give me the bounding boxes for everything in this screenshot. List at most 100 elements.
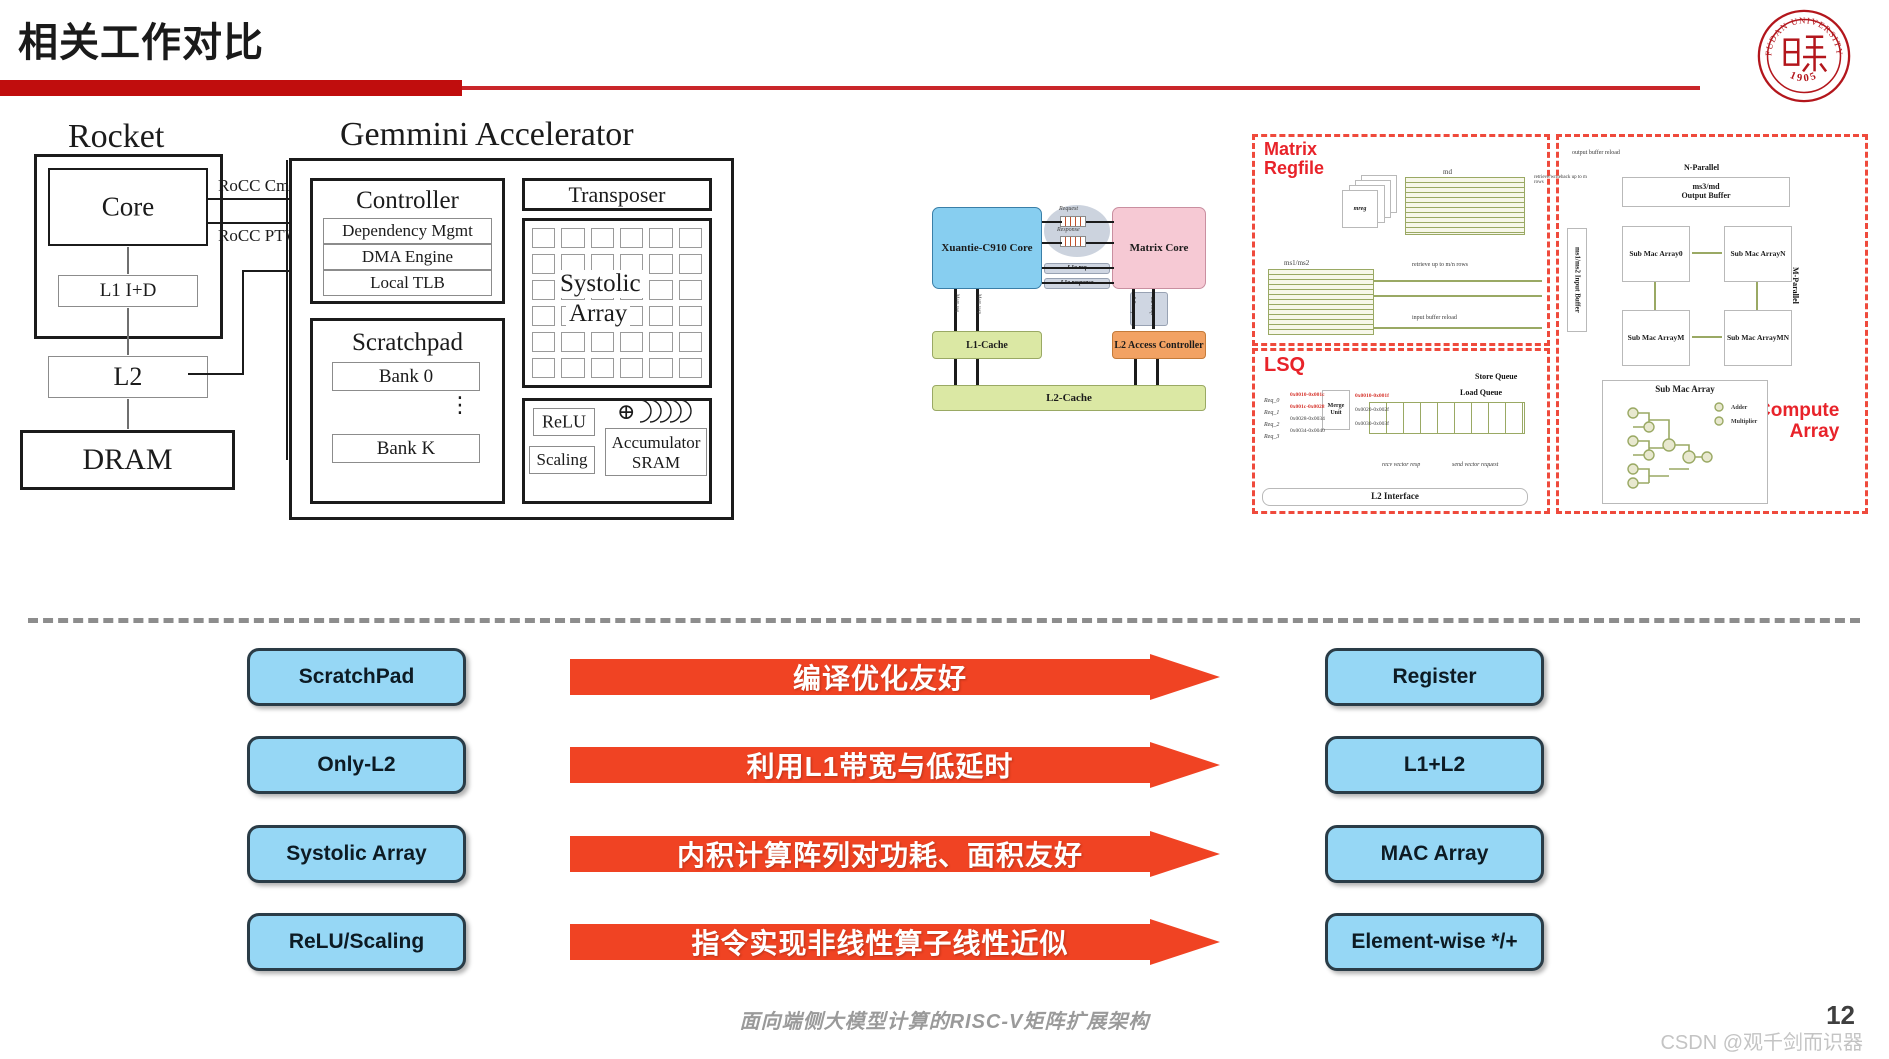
controller-title: Controller xyxy=(356,187,459,214)
l1-req-line xyxy=(1042,267,1114,269)
addr-range-2: 0x0028-0x0034 xyxy=(1290,416,1325,422)
l2-cache-label: L2-Cache xyxy=(1046,391,1092,404)
md-table xyxy=(1405,177,1525,235)
sub-mac-array-label: Sub Mac ArrayM xyxy=(1627,332,1685,342)
l2-access-controller-label: L2 Access Controller xyxy=(1114,339,1204,351)
adder-legend-label: Adder xyxy=(1731,405,1748,411)
send-vector-note: send vector request xyxy=(1452,462,1499,468)
systolic-cell xyxy=(649,228,673,248)
addr-range-1: 0x001c-0x0028 xyxy=(1290,404,1325,410)
l2-interface-label: L2 Interface xyxy=(1371,491,1419,502)
ctrl-l2-wire-a xyxy=(1134,359,1137,387)
systolic-cell xyxy=(532,254,556,274)
lsq-title: LSQ xyxy=(1264,354,1306,376)
sub-array-link-b xyxy=(1692,336,1722,338)
input-reload-line xyxy=(1374,327,1542,329)
compute-array-title-line1: Compute xyxy=(1757,400,1840,421)
l1-cache-box: L1-Cache xyxy=(932,331,1042,359)
core-to-request-line xyxy=(1042,221,1062,223)
rocket-l2-label: L2 xyxy=(113,362,143,391)
controller-item-label: Dependency Mgmt xyxy=(342,221,473,240)
left-item-systolic-array: Systolic Array xyxy=(247,825,466,883)
matrix-core-label: Matrix Core xyxy=(1129,241,1189,254)
svg-text:1905: 1905 xyxy=(1788,70,1819,84)
systolic-cell xyxy=(620,228,644,248)
systolic-array-label-line1: Systolic xyxy=(557,270,644,298)
scratchpad-bank-last: Bank K xyxy=(332,434,480,463)
sub-mac-array-detail-title: Sub Mac Array xyxy=(1655,384,1715,394)
systolic-cell xyxy=(678,358,702,378)
comparison-arrow-label: 内积计算阵列对功耗、面积友好 xyxy=(676,840,1083,871)
fudan-university-logo-icon: FUDAN UNIVERSITY 1905 xyxy=(1756,8,1852,104)
merged-range-0: 0x0010-0x001f xyxy=(1355,393,1389,399)
merge-unit-label: Merge Unit xyxy=(1327,402,1345,416)
left-item-label: ScratchPad xyxy=(298,665,415,688)
req-3-label: Req_3 xyxy=(1264,434,1280,440)
accumulator-stack-icon xyxy=(639,399,692,423)
systolic-cell xyxy=(532,332,556,352)
req-2-label: Req_2 xyxy=(1264,422,1280,428)
output-buffer-line2: Output Buffer xyxy=(1681,191,1731,200)
right-item-label: Element-wise */+ xyxy=(1351,930,1518,953)
load-queue-entries xyxy=(1369,402,1525,434)
merge-unit-box: Merge Unit xyxy=(1322,390,1350,430)
retrieve-note: retrieve up to m/n rows xyxy=(1412,262,1468,268)
title-accent-bar-thin xyxy=(462,86,1700,90)
systolic-cell xyxy=(678,332,702,352)
matrix-core-box: Matrix Core xyxy=(1112,207,1206,289)
scratchpad-bank-label: Bank K xyxy=(376,437,436,459)
systolic-cell xyxy=(561,228,585,248)
sub-array-link-a xyxy=(1692,252,1722,254)
systolic-cell xyxy=(561,358,585,378)
systolic-cell xyxy=(649,280,673,300)
conn-gemmini-spine xyxy=(286,160,288,460)
footer-note: 面向端侧大模型计算的RISC-V矩阵扩展架构 xyxy=(739,1011,1150,1033)
sub-mac-array-label: Sub Mac Array0 xyxy=(1629,248,1683,258)
matrix-regfile-title-line1: Matrix xyxy=(1264,139,1318,159)
rocket-l2-box: L2 xyxy=(48,356,208,398)
conn-l1-l2 xyxy=(127,308,129,355)
l2-req-wire xyxy=(1132,289,1135,329)
matrix-to-response-line xyxy=(1086,242,1114,244)
scratchpad-bank-label: Bank 0 xyxy=(378,365,434,387)
mem-resp-label: Mem resp xyxy=(976,294,981,315)
mem-req-label: Mem req xyxy=(954,294,959,313)
req-0-label: Req_0 xyxy=(1264,398,1280,404)
output-buffer-box: ms3/md Output Buffer xyxy=(1622,177,1790,207)
sub-mac-array-m: Sub Mac ArrayM xyxy=(1622,310,1690,366)
accumulator-sram-box: Accumulator SRAM xyxy=(605,428,707,476)
systolic-cell xyxy=(678,254,702,274)
request-label: Request xyxy=(1059,206,1078,212)
systolic-cell xyxy=(532,306,556,326)
comparison-arrow-2: 利用L1带宽与低延时 xyxy=(570,742,1220,788)
l2-access-controller-box: L2 Access Controller xyxy=(1112,331,1206,359)
compute-array-title-line2: Array xyxy=(1789,421,1840,442)
scratchpad-title: Scratchpad xyxy=(351,329,464,356)
accumulator-label: Accumulator xyxy=(611,433,701,452)
systolic-cell xyxy=(620,332,644,352)
gemmini-title: Gemmini Accelerator xyxy=(340,116,634,153)
sub-mac-array-n: Sub Mac ArrayN xyxy=(1724,226,1792,282)
xuantie-c910-core-box: Xuantie-C910 Core xyxy=(932,207,1042,289)
l2-interface-box: L2 Interface xyxy=(1262,488,1528,506)
comparison-table: ScratchPad 编译优化友好 Register Only-L2 利用L1带… xyxy=(0,632,1889,992)
controller-item-dma-engine: DMA Engine xyxy=(323,244,492,270)
store-queue-label: Store Queue xyxy=(1475,372,1518,381)
controller-item-local-tlb: Local TLB xyxy=(323,270,492,296)
left-item-label: Systolic Array xyxy=(286,842,427,865)
rocket-l1-label: L1 I+D xyxy=(99,280,157,301)
l1-l2-wire-b xyxy=(976,359,979,387)
conn-core-l1 xyxy=(127,247,129,274)
sub-array-link-c xyxy=(1654,282,1656,310)
mreg-label: mreg xyxy=(1353,205,1367,212)
addr-range-3: 0x0034-0x0040 xyxy=(1290,428,1325,434)
csdn-watermark: CSDN @观千剑而识器 xyxy=(1660,1032,1863,1054)
sub-mac-array-detail-box: Sub Mac Array Adder Multiplier xyxy=(1602,380,1768,504)
systolic-cell xyxy=(678,280,702,300)
input-buffer-reload-note: input buffer reload xyxy=(1412,315,1457,321)
compute-array-title: Compute Array xyxy=(1757,400,1839,442)
transposer-box: Transposer xyxy=(522,178,712,211)
slide-canvas: 相关工作对比 FUDAN UNIVERSITY 1905 Rocket Gemm… xyxy=(0,0,1889,1059)
l1-cache-label: L1-Cache xyxy=(966,339,1008,351)
mreg-stack-front: mreg xyxy=(1342,190,1378,228)
